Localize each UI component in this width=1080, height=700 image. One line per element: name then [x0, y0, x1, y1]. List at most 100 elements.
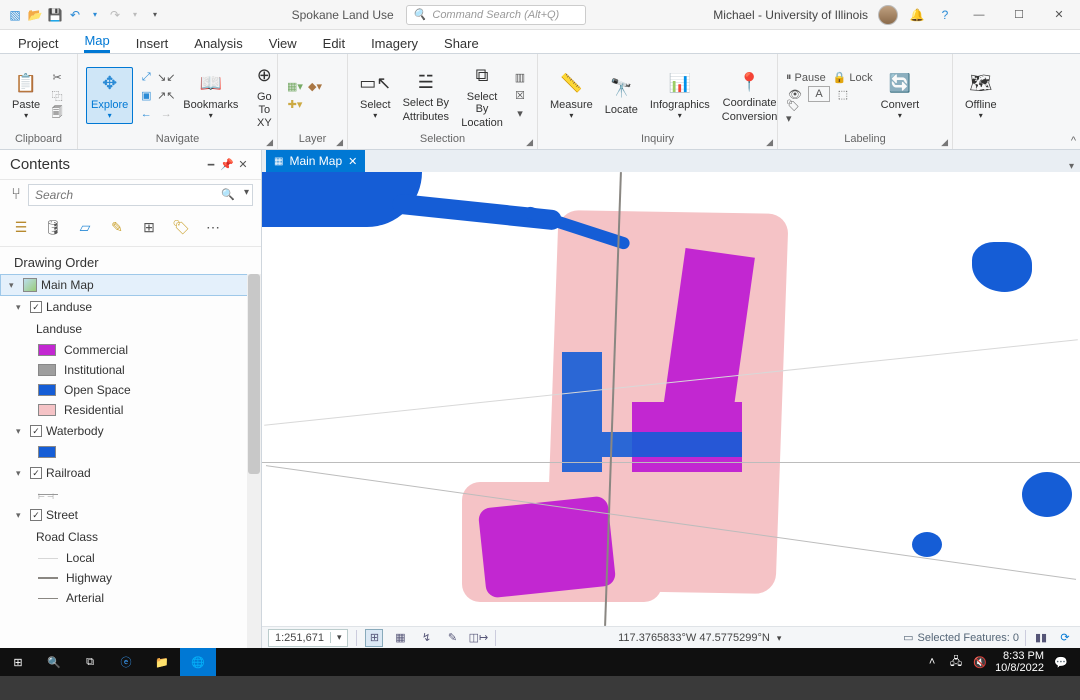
- infographics-button[interactable]: 📊Infographics▾: [646, 68, 714, 123]
- tab-map[interactable]: Map: [84, 31, 109, 53]
- toc-layer-waterbody[interactable]: ▾ ✓ Waterbody: [0, 420, 261, 442]
- map-tabs-dropdown-icon[interactable]: ▾: [1069, 161, 1074, 172]
- offline-button[interactable]: 🗺Offline▾: [961, 68, 1001, 123]
- add-preset-icon[interactable]: ✚▾: [286, 97, 304, 113]
- next-extent-icon[interactable]: →: [157, 106, 175, 122]
- coord-dropdown-icon[interactable]: ▾: [777, 633, 782, 643]
- selected-features[interactable]: ▭ Selected Features: 0: [903, 631, 1019, 644]
- redo-icon[interactable]: ↷: [106, 6, 124, 24]
- taskbar-explorer-icon[interactable]: 📁: [144, 648, 180, 676]
- close-pane-icon[interactable]: ✕: [235, 158, 251, 171]
- start-button[interactable]: ⊞: [0, 648, 36, 676]
- expander-icon[interactable]: ▾: [16, 302, 26, 313]
- layer-checkbox[interactable]: ✓: [30, 467, 42, 479]
- map-canvas[interactable]: [262, 172, 1080, 626]
- full-extent-icon[interactable]: ⤢: [137, 70, 155, 86]
- search-icon[interactable]: 🔍: [221, 188, 235, 201]
- explore-button[interactable]: ✥ Explore ▾: [86, 67, 133, 124]
- collapse-ribbon-button[interactable]: ^: [1071, 135, 1076, 147]
- label-icon[interactable]: A: [808, 86, 830, 102]
- expander-icon[interactable]: ▾: [16, 426, 26, 437]
- cut-icon[interactable]: ✂: [48, 70, 66, 86]
- copy-path-icon[interactable]: 🗐: [48, 106, 66, 122]
- locate-button[interactable]: 🔭Locate: [601, 73, 642, 118]
- undo-dd-icon[interactable]: ▾: [86, 6, 104, 24]
- inference-icon[interactable]: ◫↦: [469, 629, 487, 647]
- scale-selector[interactable]: 1:251,671▾: [268, 629, 348, 647]
- pause-drawing-icon[interactable]: ▮▮: [1032, 629, 1050, 647]
- correction-icon[interactable]: ✎: [443, 629, 461, 647]
- taskbar-search-icon[interactable]: 🔍: [36, 648, 72, 676]
- list-by-source-icon[interactable]: 🛢: [42, 216, 64, 238]
- label-class-icon[interactable]: 🏷▾: [786, 104, 804, 120]
- toc-more-icon[interactable]: ⋯: [202, 216, 224, 238]
- list-by-drawing-order-icon[interactable]: ☰: [10, 216, 32, 238]
- dialog-launcher-icon[interactable]: ◢: [526, 137, 533, 148]
- open-project-icon[interactable]: 📂: [26, 6, 44, 24]
- select-button[interactable]: ▭↖ Select ▾: [356, 68, 395, 123]
- zoom-sel-icon[interactable]: ▣: [137, 88, 155, 104]
- clear-sel-icon[interactable]: ☒: [511, 88, 529, 104]
- list-by-labeling-icon[interactable]: 🏷: [170, 216, 192, 238]
- select-by-location-button[interactable]: ⧉ Select By Location: [457, 60, 507, 130]
- list-by-selection-icon[interactable]: ▱: [74, 216, 96, 238]
- toc-layer-landuse[interactable]: ▾ ✓ Landuse: [0, 296, 261, 318]
- bookmarks-button[interactable]: 📖 Bookmarks ▾: [179, 68, 242, 123]
- maximize-button[interactable]: ☐: [1004, 5, 1034, 25]
- fixed-zoom-out-icon[interactable]: ↗↖: [157, 88, 175, 104]
- avatar[interactable]: [878, 5, 898, 25]
- tab-analysis[interactable]: Analysis: [194, 34, 242, 53]
- sel-options-icon[interactable]: ▥: [511, 70, 529, 86]
- tree-scrollbar[interactable]: [247, 274, 261, 648]
- fixed-zoom-in-icon[interactable]: ↘↙: [157, 70, 175, 86]
- layer-checkbox[interactable]: ✓: [30, 425, 42, 437]
- taskbar-ie-icon[interactable]: ⓔ: [108, 648, 144, 676]
- convert-labels-button[interactable]: 🔄Convert▾: [877, 68, 924, 123]
- dialog-launcher-icon[interactable]: ◢: [266, 137, 273, 148]
- tray-volume-icon[interactable]: 🔇: [971, 648, 989, 676]
- close-tab-icon[interactable]: ✕: [348, 155, 357, 168]
- tray-network-icon[interactable]: 🖧: [947, 648, 965, 676]
- qat-customize-icon[interactable]: ▾: [146, 6, 164, 24]
- list-by-snapping-icon[interactable]: ⊞: [138, 216, 160, 238]
- measure-button[interactable]: 📏Measure▾: [546, 68, 597, 123]
- command-search[interactable]: 🔍 Command Search (Alt+Q): [406, 5, 586, 25]
- goto-xy-button[interactable]: ⊕ Go To XY: [246, 60, 282, 130]
- action-center-icon[interactable]: 💬: [1050, 648, 1072, 676]
- task-view-icon[interactable]: ⧉: [72, 648, 108, 676]
- expander-icon[interactable]: ▾: [16, 468, 26, 479]
- filter-icon[interactable]: ⑂: [8, 187, 24, 203]
- tab-imagery[interactable]: Imagery: [371, 34, 418, 53]
- coordinate-conversion-button[interactable]: 📍CoordinateConversion: [718, 66, 782, 124]
- redo-dd-icon[interactable]: ▾: [126, 6, 144, 24]
- taskbar-arcgis-icon[interactable]: 🌐: [180, 648, 216, 676]
- tree-scroll-thumb[interactable]: [248, 274, 260, 474]
- expander-icon[interactable]: ▾: [9, 280, 19, 291]
- prev-extent-icon[interactable]: ←: [137, 106, 155, 122]
- new-project-icon[interactable]: ▧: [6, 6, 24, 24]
- toc-map-node[interactable]: ▾ Main Map: [0, 274, 261, 296]
- undo-icon[interactable]: ↶: [66, 6, 84, 24]
- pin-icon[interactable]: 📌: [219, 158, 235, 171]
- search-dropdown-icon[interactable]: ▾: [244, 187, 249, 198]
- layer-checkbox[interactable]: ✓: [30, 509, 42, 521]
- tab-project[interactable]: Project: [18, 34, 58, 53]
- add-data-icon[interactable]: ◆▾: [306, 79, 324, 95]
- dialog-launcher-icon[interactable]: ◢: [941, 137, 948, 148]
- grid-icon[interactable]: ▦: [391, 629, 409, 647]
- expander-icon[interactable]: ▾: [16, 510, 26, 521]
- dynamic-constraints-icon[interactable]: ↯: [417, 629, 435, 647]
- tray-up-icon[interactable]: ˄: [923, 648, 941, 676]
- layer-checkbox[interactable]: ✓: [30, 301, 42, 313]
- toc-layer-street[interactable]: ▾ ✓ Street: [0, 504, 261, 526]
- sel-dd-icon[interactable]: ▾: [511, 106, 529, 122]
- save-icon[interactable]: 💾: [46, 6, 64, 24]
- notifications-icon[interactable]: 🔔: [908, 6, 926, 24]
- dialog-launcher-icon[interactable]: ◢: [336, 137, 343, 148]
- tab-edit[interactable]: Edit: [323, 34, 345, 53]
- paste-button[interactable]: 📋 Paste ▾: [8, 68, 44, 123]
- list-by-editing-icon[interactable]: ✎: [106, 216, 128, 238]
- minimize-button[interactable]: —: [964, 5, 994, 25]
- basemap-icon[interactable]: ▦▾: [286, 79, 304, 95]
- help-icon[interactable]: ?: [936, 6, 954, 24]
